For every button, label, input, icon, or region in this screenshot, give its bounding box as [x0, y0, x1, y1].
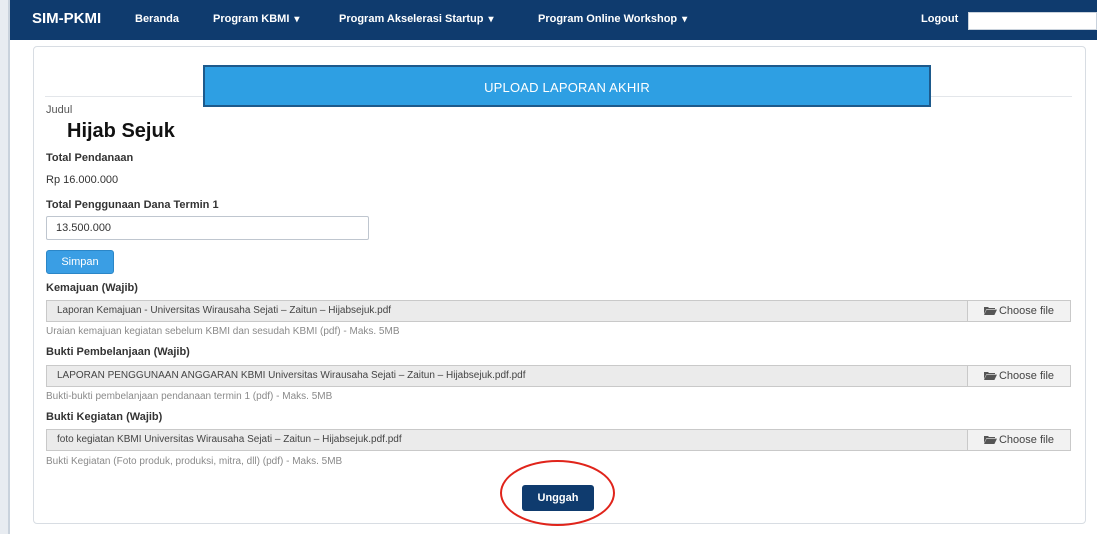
expense-proof-choose-file-button[interactable]: Choose file — [967, 365, 1071, 387]
activity-proof-file-field[interactable]: foto kegiatan KBMI Universitas Wirausaha… — [46, 429, 967, 451]
page-title-banner: UPLOAD LAPORAN AKHIR — [203, 65, 931, 107]
progress-report-file-field[interactable]: Laporan Kemajuan - Universitas Wirausaha… — [46, 300, 967, 322]
progress-report-choose-file-button[interactable]: Choose file — [967, 300, 1071, 322]
funding-label: Total Pendanaan — [46, 152, 134, 164]
folder-open-icon — [983, 435, 997, 444]
left-gutter-border — [8, 0, 10, 534]
save-button[interactable]: Simpan — [46, 250, 114, 274]
caret-down-icon: ▾ — [294, 14, 300, 25]
usage-label: Total Penggunaan Dana Termin 1 — [46, 199, 219, 211]
caret-down-icon: ▾ — [682, 14, 688, 25]
form-panel — [33, 46, 1086, 524]
activity-proof-label: Bukti Kegiatan (Wajib) — [46, 411, 163, 423]
progress-report-label: Kemajuan (Wajib) — [46, 282, 138, 294]
nav-item-label: Beranda — [135, 13, 180, 25]
usage-amount-input[interactable]: 13.500.000 — [46, 216, 369, 240]
activity-proof-help-text: Bukti Kegiatan (Foto produk, produksi, m… — [46, 456, 343, 467]
folder-open-icon — [983, 306, 997, 315]
expense-proof-label: Bukti Pembelanjaan (Wajib) — [46, 346, 190, 358]
nav-item-label: Program KBMI — [213, 13, 290, 25]
progress-report-help-text: Uraian kemajuan kegiatan sebelum KBMI da… — [46, 326, 400, 337]
title-label: Judul — [46, 104, 73, 116]
choose-file-label: Choose file — [998, 305, 1055, 317]
nav-item-program-akselerasi-startup[interactable]: Program Akselerasi Startup ▾ — [339, 13, 494, 25]
nav-item-label: Program Akselerasi Startup — [339, 13, 484, 25]
funding-value: Rp 16.000.000 — [46, 174, 119, 186]
folder-open-icon — [983, 371, 997, 380]
brand-logo[interactable]: SIM-PKMI — [32, 10, 101, 27]
nav-item-program-kbmi[interactable]: Program KBMI ▾ — [213, 13, 299, 25]
nav-item-beranda[interactable]: Beranda — [135, 13, 179, 25]
user-name-box — [968, 12, 1097, 30]
nav-item-program-online-workshop[interactable]: Program Online Workshop ▾ — [538, 13, 687, 25]
choose-file-label: Choose file — [998, 434, 1055, 446]
title-value: Hijab Sejuk — [67, 120, 175, 142]
activity-proof-choose-file-button[interactable]: Choose file — [967, 429, 1071, 451]
nav-item-label: Program Online Workshop — [538, 13, 678, 25]
caret-down-icon: ▾ — [488, 14, 494, 25]
logout-link[interactable]: Logout — [921, 13, 958, 25]
upload-submit-button[interactable]: Unggah — [522, 485, 594, 511]
choose-file-label: Choose file — [998, 370, 1055, 382]
expense-proof-help-text: Bukti-bukti pembelanjaan pendanaan termi… — [46, 391, 333, 402]
expense-proof-file-field[interactable]: LAPORAN PENGGUNAAN ANGGARAN KBMI Univers… — [46, 365, 967, 387]
